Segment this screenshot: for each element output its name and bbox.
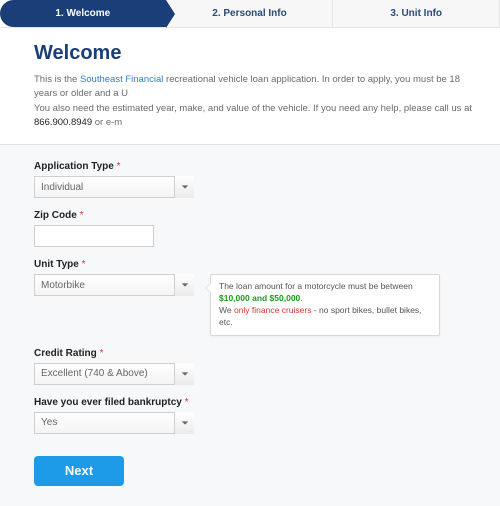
select-bankruptcy[interactable]: Yes	[34, 412, 194, 434]
select-credit-rating[interactable]: Excellent (740 & Above)	[34, 363, 194, 385]
field-application-type: Application Type * Individual	[34, 161, 482, 198]
intro-line2-rest: or e-m	[92, 117, 122, 128]
select-unit-type[interactable]: Motorbike	[34, 274, 194, 296]
unit-type-hint: The loan amount for a motorcycle must be…	[210, 274, 440, 336]
next-button[interactable]: Next	[34, 456, 124, 486]
hint-range: $10,000 and $50,000	[219, 293, 300, 303]
label-text: Zip Code	[34, 210, 77, 221]
field-credit-rating: Credit Rating * Excellent (740 & Above)	[34, 348, 482, 385]
select-value: Motorbike	[34, 274, 194, 296]
field-zip-code: Zip Code *	[34, 210, 482, 247]
step-label: 1. Welcome	[55, 8, 110, 19]
hint-restriction: only finance cruisers	[234, 305, 311, 315]
chevron-down-icon	[174, 176, 194, 198]
select-value: Yes	[34, 412, 194, 434]
chevron-down-icon	[174, 363, 194, 385]
step-welcome[interactable]: 1. Welcome	[0, 0, 167, 27]
label-bankruptcy: Have you ever filed bankruptcy *	[34, 397, 482, 408]
label-zip-code: Zip Code *	[34, 210, 482, 221]
select-value: Individual	[34, 176, 194, 198]
field-bankruptcy: Have you ever filed bankruptcy * Yes	[34, 397, 482, 434]
required-mark: *	[100, 348, 104, 359]
required-mark: *	[82, 259, 86, 270]
intro-line2-prefix: You also need the estimated year, make, …	[34, 103, 472, 114]
intro-text: This is the Southeast Financial recreati…	[0, 73, 500, 144]
form-area: Application Type * Individual Zip Code *…	[0, 144, 500, 506]
phone-number: 866.900.8949	[34, 117, 92, 128]
progress-steps: 1. Welcome 2. Personal Info 3. Unit Info	[0, 0, 500, 28]
zip-input[interactable]	[34, 225, 154, 247]
required-mark: *	[117, 161, 121, 172]
label-text: Have you ever filed bankruptcy	[34, 397, 182, 408]
hint-text: .	[300, 293, 302, 303]
required-mark: *	[185, 397, 189, 408]
brand-link[interactable]: Southeast Financial	[80, 74, 163, 85]
hint-text: We	[219, 305, 234, 315]
label-text: Unit Type	[34, 259, 79, 270]
chevron-down-icon	[174, 412, 194, 434]
required-mark: *	[80, 210, 84, 221]
step-label: 2. Personal Info	[212, 8, 286, 19]
label-credit-rating: Credit Rating *	[34, 348, 482, 359]
label-unit-type: Unit Type *	[34, 259, 482, 270]
chevron-down-icon	[174, 274, 194, 296]
select-application-type[interactable]: Individual	[34, 176, 194, 198]
intro-prefix: This is the	[34, 74, 80, 85]
label-text: Credit Rating	[34, 348, 97, 359]
label-application-type: Application Type *	[34, 161, 482, 172]
step-unit-info[interactable]: 3. Unit Info	[333, 0, 500, 27]
page-title: Welcome	[0, 28, 500, 73]
label-text: Application Type	[34, 161, 114, 172]
field-unit-type: Unit Type * Motorbike The loan amount fo…	[34, 259, 482, 336]
step-personal-info[interactable]: 2. Personal Info	[167, 0, 334, 27]
hint-text: The loan amount for a motorcycle must be…	[219, 281, 413, 291]
step-label: 3. Unit Info	[390, 8, 442, 19]
select-value: Excellent (740 & Above)	[34, 363, 194, 385]
next-button-label: Next	[65, 463, 93, 478]
